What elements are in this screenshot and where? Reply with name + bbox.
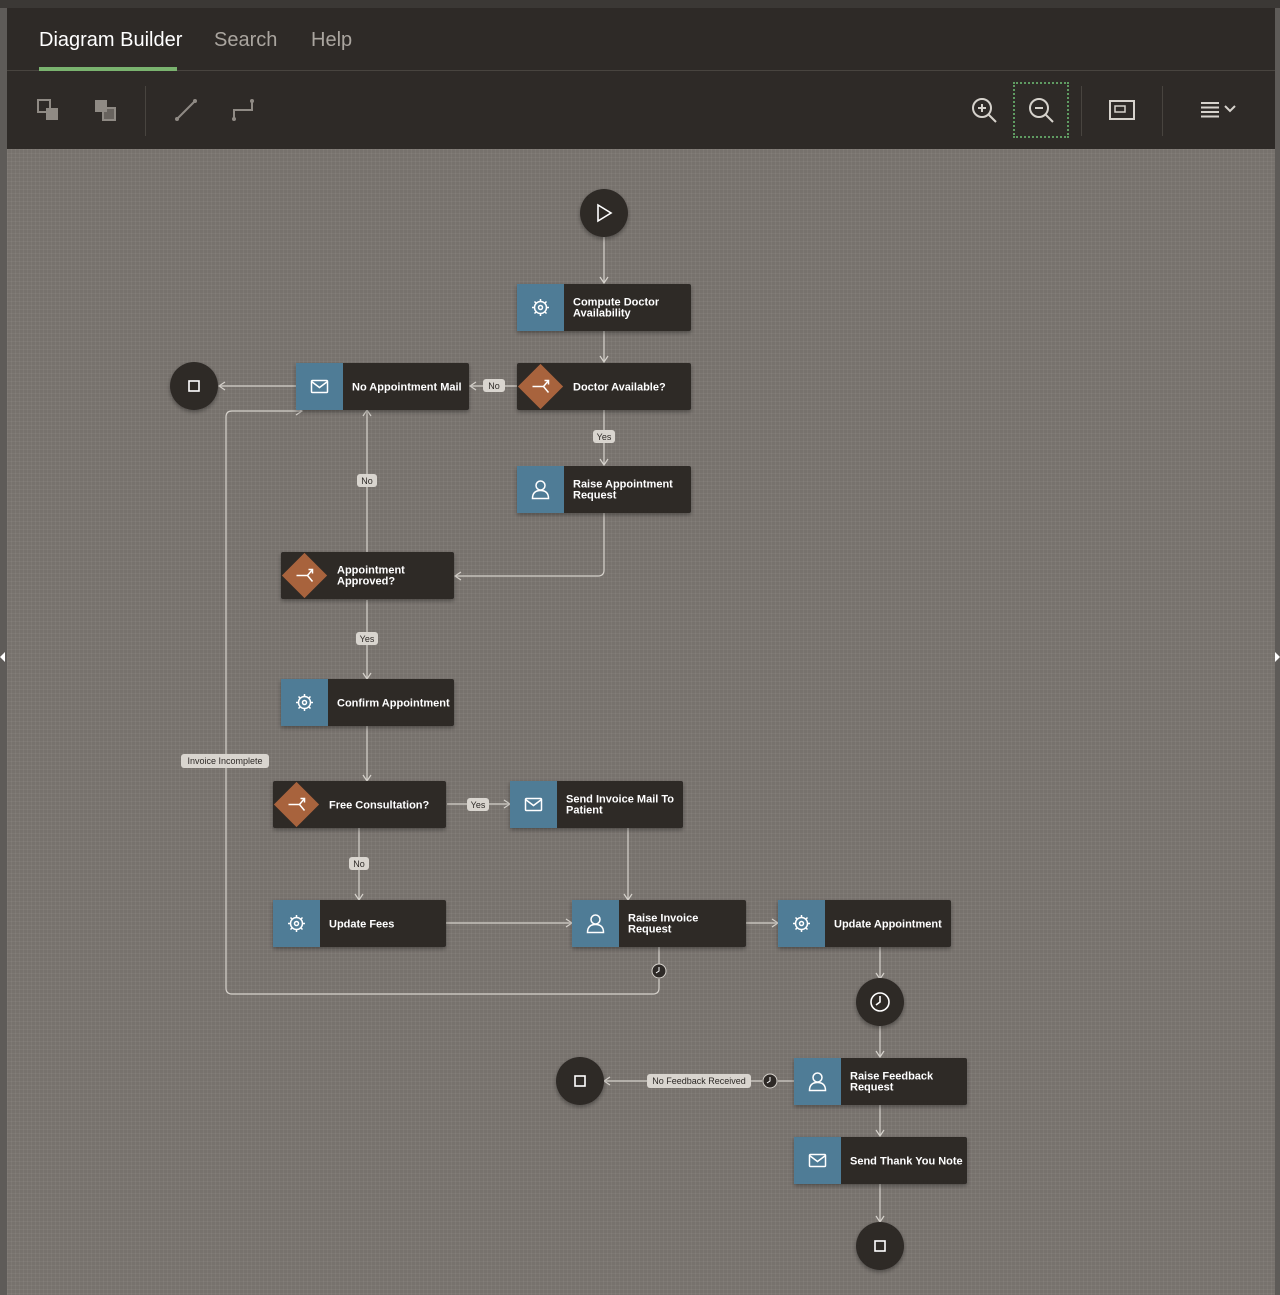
task-icon-box [281,679,328,726]
edge-label-invoice-incomplete: Invoice Incomplete [181,754,269,768]
toolbar-separator [1162,86,1163,136]
fit-to-window-icon [1109,100,1135,120]
edge-label-no: No [483,379,505,392]
svg-text:No Feedback Received: No Feedback Received [652,1076,746,1086]
bring-to-front-button[interactable] [26,88,70,132]
timer-event[interactable] [856,978,904,1026]
edge-label-yes: Yes [467,798,489,811]
task-label: No Appointment Mail [352,382,462,394]
toolbar-separator [145,86,146,136]
right-panel-toggle[interactable] [1275,652,1280,662]
tab-help[interactable]: Help [311,29,352,52]
window-top-strip [0,0,1280,8]
bring-to-front-icon [37,99,58,120]
svg-text:Yes: Yes [360,634,375,644]
task-label: Free Consultation? [329,800,430,812]
tab-diagram-builder[interactable]: Diagram Builder [39,29,182,52]
task-node-update-appt[interactable]: Update Appointment [778,900,951,947]
task-label: Availability [573,308,632,320]
edge-label-yes: Yes [356,632,378,645]
task-node-free-consult[interactable]: Free Consultation? [273,781,446,828]
task-node-doctor-available[interactable]: Doctor Available? [517,363,691,410]
task-node-compute[interactable]: Compute DoctorAvailability [517,284,691,331]
task-node-raise-appt[interactable]: Raise AppointmentRequest [517,466,691,513]
boundary-timer[interactable] [651,963,667,979]
zoom-out-button[interactable] [1013,82,1069,138]
elbow-line-icon [232,99,254,121]
end-event[interactable] [856,1222,904,1270]
tab-bar: Diagram Builder Search Help [7,8,1275,71]
start-event[interactable] [580,189,628,237]
menu-button[interactable] [1187,88,1247,132]
task-icon-box [794,1137,841,1184]
svg-text:No: No [361,476,373,486]
end-event[interactable] [556,1057,604,1105]
svg-text:Yes: Yes [597,432,612,442]
send-to-back-icon [95,100,116,121]
left-panel-toggle[interactable] [0,652,5,662]
diagram-builder-app: Diagram Builder Search Help No Yes No Ye… [7,8,1275,1295]
diagram-canvas[interactable]: No Yes No Yes Yes No Invoice Incomplete … [7,149,1275,1295]
task-icon-box [296,363,343,410]
task-node-raise-invoice[interactable]: Raise InvoiceRequest [572,900,746,947]
task-icon-box [510,781,557,828]
task-icon-box [517,284,564,331]
zoom-in-icon [972,98,997,123]
svg-text:No: No [353,859,365,869]
edge-raise-approved[interactable] [453,513,605,581]
task-label: Request [850,1082,894,1094]
end-event[interactable] [170,362,218,410]
task-node-no-appt-mail[interactable]: No Appointment Mail [296,363,469,410]
task-label: Request [573,490,617,502]
task-label: Request [628,924,672,936]
svg-text:No: No [488,381,500,391]
nodes: Compute DoctorAvailability Doctor Availab… [273,284,967,1184]
active-tab-indicator [39,67,177,71]
edge-label-no: No [357,474,377,487]
task-node-confirm-appt[interactable]: Confirm Appointment [281,679,454,726]
task-label: Approved? [337,576,395,588]
toolbar-separator [1081,86,1082,136]
task-label: Patient [566,805,603,817]
elbow-connector-button[interactable] [221,88,265,132]
task-icon-box [273,900,320,947]
boundary-timer[interactable] [762,1073,778,1089]
task-label: Update Appointment [834,919,942,931]
task-node-raise-feedback[interactable]: Raise FeedbackRequest [794,1058,967,1105]
fit-to-window-button[interactable] [1100,88,1144,132]
task-node-thank-you[interactable]: Send Thank You Note [794,1137,967,1184]
task-label: Confirm Appointment [337,698,450,710]
edge-label-no: No [349,857,369,870]
task-node-send-invoice[interactable]: Send Invoice Mail ToPatient [510,781,683,828]
straight-line-icon [175,99,197,121]
task-label: Send Thank You Note [850,1156,963,1168]
task-node-update-fees[interactable]: Update Fees [273,900,446,947]
svg-text:Invoice Incomplete: Invoice Incomplete [187,756,262,766]
svg-text:Yes: Yes [471,800,486,810]
task-icon-box [778,900,825,947]
zoom-in-button[interactable] [962,88,1006,132]
task-label: Doctor Available? [573,382,666,394]
toolbar [7,72,1275,149]
zoom-out-icon [1029,98,1054,123]
tab-search[interactable]: Search [214,29,277,52]
straight-connector-button[interactable] [164,88,208,132]
process-diagram: No Yes No Yes Yes No Invoice Incomplete … [170,189,967,1270]
send-to-back-button[interactable] [83,88,127,132]
edge-label-yes: Yes [593,430,615,443]
task-node-appt-approved[interactable]: AppointmentApproved? [281,552,454,599]
menu-icon [1201,102,1236,118]
task-label: Update Fees [329,919,394,931]
edge-label-no-feedback: No Feedback Received [647,1074,751,1088]
